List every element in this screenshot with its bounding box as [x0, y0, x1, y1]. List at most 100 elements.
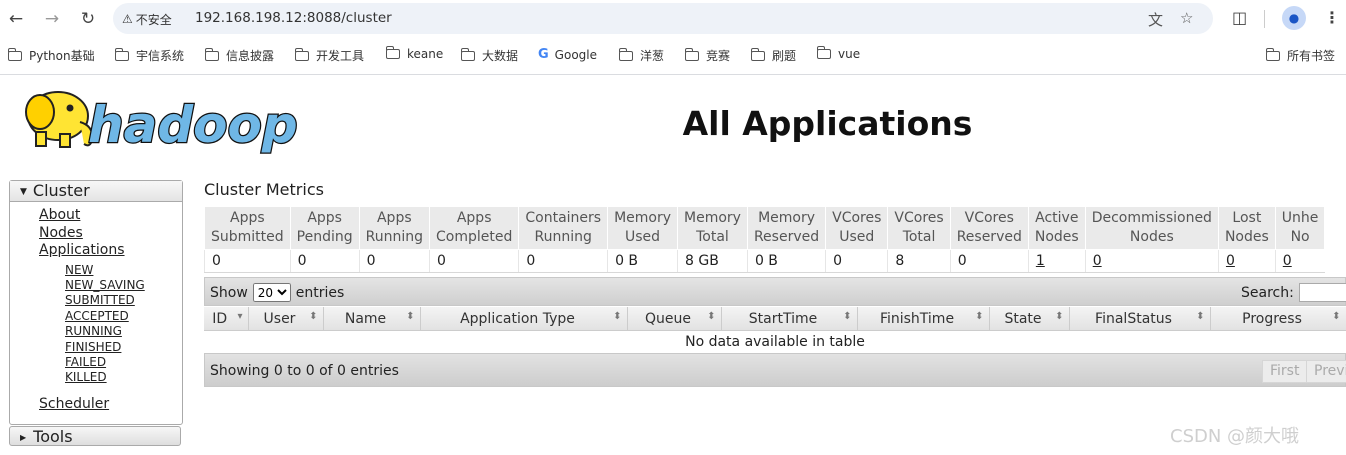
sort-both-icon: ⬍: [975, 311, 984, 322]
security-chip[interactable]: ⚠ 不安全: [122, 10, 172, 28]
bookmark-item[interactable]: 洋葱: [618, 47, 664, 64]
column-header-finalstatus[interactable]: FinalStatus ⬍: [1069, 307, 1211, 331]
node-count-link[interactable]: 1: [1036, 253, 1045, 269]
column-header-progress[interactable]: Progress ⬍: [1210, 307, 1346, 331]
nav-about[interactable]: About: [39, 207, 80, 223]
nav-state-new-saving[interactable]: NEW_SAVING: [65, 278, 145, 292]
browser-toolbar: ← → ↻ ⚠ 不安全 192.168.198.12:8088/cluster …: [0, 0, 1346, 38]
column-header-starttime[interactable]: StartTime ⬍: [721, 307, 858, 331]
nav-state-running[interactable]: RUNNING: [65, 324, 122, 338]
node-count-link[interactable]: 0: [1283, 253, 1292, 269]
bookmark-item[interactable]: vue: [816, 46, 860, 61]
nav-state-accepted[interactable]: ACCEPTED: [65, 309, 129, 323]
metrics-title: Cluster Metrics: [204, 180, 324, 199]
back-icon[interactable]: ←: [4, 7, 28, 31]
metrics-value-cell: 8: [887, 249, 951, 273]
metrics-header-cell: Unhe No: [1274, 206, 1326, 250]
column-header-state[interactable]: State ⬍: [989, 307, 1070, 331]
metrics-value-cell: 0: [1217, 249, 1276, 273]
applications-header-row: ID ▾ User ⬍ Name ⬍ Application Type ⬍ Queue ⬍ Star…: [204, 307, 1346, 331]
folder-icon: [114, 47, 129, 61]
url-text[interactable]: 192.168.198.12:8088/cluster: [195, 10, 392, 26]
metrics-header-cell: Memory Used: [607, 206, 679, 250]
folder-icon: [460, 47, 475, 61]
page-length-select[interactable]: 20: [252, 283, 291, 302]
nav-state-new[interactable]: NEW: [65, 263, 93, 277]
cluster-nav-header[interactable]: ▼ Cluster: [10, 181, 182, 202]
table-footer: Showing 0 to 0 of 0 entries First Previ: [204, 353, 1346, 387]
column-header-application-type[interactable]: Application Type ⬍: [420, 307, 628, 331]
nav-applications[interactable]: Applications: [39, 242, 125, 258]
nav-state-failed[interactable]: FAILED: [65, 355, 106, 369]
menu-kebab-icon[interactable]: ⋮: [1324, 8, 1340, 27]
triangle-down-icon: ▼: [20, 187, 27, 197]
watermark: CSDN @颜大哦: [1170, 426, 1300, 447]
extensions-icon[interactable]: ◫: [1232, 8, 1247, 27]
bookmark-item[interactable]: 大数据: [460, 47, 518, 64]
metrics-value-cell: 0: [1274, 249, 1325, 273]
bookmark-star-icon[interactable]: ☆: [1180, 9, 1193, 27]
toolbar-divider: [1264, 10, 1265, 28]
bookmark-item[interactable]: Python基础: [7, 47, 95, 64]
google-icon: G: [538, 47, 549, 62]
column-header-id[interactable]: ID ▾: [204, 307, 249, 331]
address-bar[interactable]: ⚠ 不安全 192.168.198.12:8088/cluster 文 ☆: [113, 3, 1213, 34]
metrics-header-cell: Lost Nodes: [1217, 206, 1276, 250]
metrics-header-cell: Memory Reserved: [746, 206, 827, 250]
metrics-header-row: Apps Submitted Apps Pending Apps Running Apps C…: [204, 206, 1326, 250]
search-input[interactable]: [1298, 283, 1346, 302]
metrics-header-cell: Apps Running: [358, 206, 431, 250]
cluster-metrics-table: Apps Submitted Apps Pending Apps Running Apps C…: [204, 206, 1326, 273]
sort-both-icon: ⬍: [843, 311, 852, 322]
forward-icon[interactable]: →: [40, 7, 64, 31]
bookmark-item[interactable]: keane: [385, 46, 443, 61]
first-page-button[interactable]: First: [1262, 360, 1308, 383]
metrics-value-cell: 0: [1084, 249, 1219, 273]
reload-icon[interactable]: ↻: [76, 7, 100, 31]
nav-scheduler[interactable]: Scheduler: [39, 396, 109, 412]
node-count-link[interactable]: 0: [1093, 253, 1102, 269]
triangle-right-icon: ▶: [20, 433, 27, 442]
translate-icon[interactable]: 文: [1148, 9, 1163, 30]
sort-both-icon: ⬍: [309, 311, 318, 322]
sort-desc-icon: ▾: [237, 311, 243, 322]
previous-page-button[interactable]: Previ: [1306, 360, 1346, 383]
empty-row: No data available in table: [204, 331, 1346, 353]
metrics-header-cell: Apps Completed: [428, 206, 520, 250]
bookmark-item[interactable]: 竞赛: [684, 47, 730, 64]
bookmarks-bar: Python基础 宇信系统 信息披露 开发工具 keane 大数据 G Googl…: [0, 38, 1346, 75]
metrics-value-cell: 0: [949, 249, 1029, 273]
nav-state-killed[interactable]: KILLED: [65, 370, 107, 384]
bookmark-item[interactable]: 刷题: [750, 47, 796, 64]
metrics-header-cell: Containers Running: [518, 206, 609, 250]
metrics-header-cell: VCores Total: [887, 206, 951, 250]
metrics-value-cell: 0 B: [746, 249, 826, 273]
folder-icon: [7, 47, 22, 61]
warning-icon: ⚠: [122, 12, 133, 26]
metrics-header-cell: Apps Submitted: [204, 206, 291, 250]
bookmark-item[interactable]: 开发工具: [294, 47, 364, 64]
all-bookmarks[interactable]: 所有书签: [1265, 47, 1335, 64]
empty-message: No data available in table: [685, 333, 865, 350]
node-count-link[interactable]: 0: [1226, 253, 1235, 269]
column-header-finishtime[interactable]: FinishTime ⬍: [857, 307, 990, 331]
sort-both-icon: ⬍: [1196, 311, 1205, 322]
sort-both-icon: ⬍: [406, 311, 415, 322]
nav-state-submitted[interactable]: SUBMITTED: [65, 293, 135, 307]
bookmark-item[interactable]: 信息披露: [204, 47, 274, 64]
nav-nodes[interactable]: Nodes: [39, 225, 83, 241]
metrics-header-cell: Active Nodes: [1027, 206, 1086, 250]
tools-nav[interactable]: ▶ Tools: [9, 426, 181, 446]
column-header-user[interactable]: User ⬍: [248, 307, 324, 331]
profile-avatar[interactable]: ●: [1282, 6, 1306, 30]
column-header-name[interactable]: Name ⬍: [323, 307, 421, 331]
metrics-value-cell: 0: [825, 249, 888, 273]
table-toolbar: Show 20 entries Search:: [204, 277, 1346, 306]
folder-icon: [294, 47, 309, 61]
bookmark-item[interactable]: 宇信系统: [114, 47, 184, 64]
column-header-queue[interactable]: Queue ⬍: [627, 307, 722, 331]
metrics-header-cell: Apps Pending: [289, 206, 360, 250]
metrics-value-cell: 0: [518, 249, 608, 273]
bookmark-item[interactable]: G Google: [538, 47, 597, 62]
nav-state-finished[interactable]: FINISHED: [65, 340, 121, 354]
